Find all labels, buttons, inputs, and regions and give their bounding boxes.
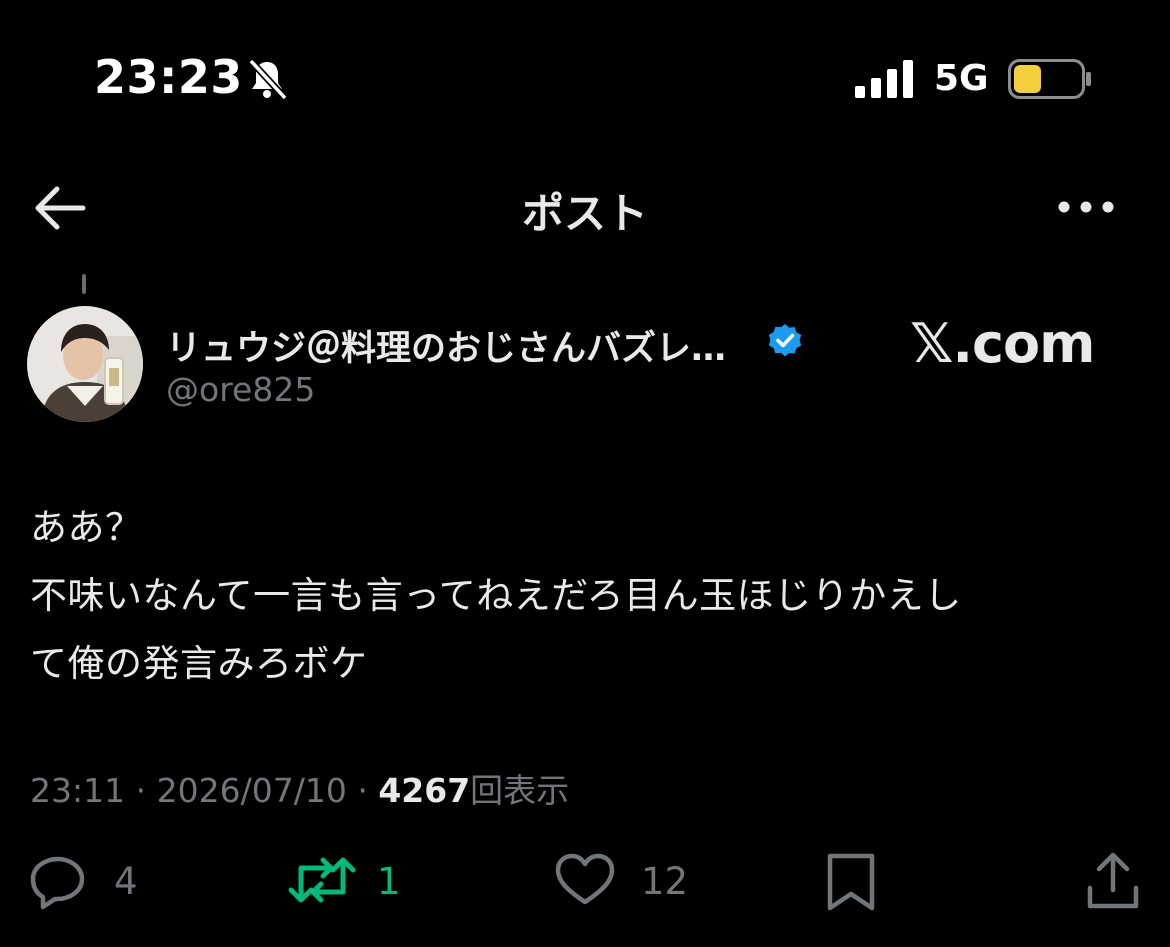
reply-count: 4 xyxy=(114,860,138,903)
repost-icon xyxy=(288,857,356,903)
bookmark-button[interactable] xyxy=(824,850,880,914)
thread-line xyxy=(82,274,86,294)
reply-button[interactable]: 4 xyxy=(28,850,158,914)
share-button[interactable] xyxy=(1084,850,1142,914)
author-handle[interactable]: @ore825 xyxy=(166,370,315,409)
repost-count: 1 xyxy=(377,860,401,903)
heart-icon xyxy=(555,853,615,905)
status-time: 23:23 xyxy=(94,50,243,104)
post-body-line: ああ？ xyxy=(30,506,143,549)
post-body-line: 不味いなんて一言も言ってねえだろ目ん玉ほじりかえし xyxy=(30,574,962,617)
bookmark-icon xyxy=(827,853,875,911)
xcom-watermark: 𝕏.com xyxy=(910,312,1095,375)
signal-icon xyxy=(855,60,913,98)
page-title: ポスト xyxy=(521,189,648,238)
like-button[interactable]: 12 xyxy=(553,850,703,914)
author-name[interactable]: リュウジ＠料理のおじさんバズレ… xyxy=(166,320,726,371)
network-type: 5G xyxy=(934,58,989,99)
verified-badge-icon xyxy=(768,324,802,357)
more-options-icon[interactable] xyxy=(1056,194,1116,220)
meta-separator: · xyxy=(357,771,368,810)
avatar[interactable] xyxy=(27,306,143,422)
post-date: 2026/07/10 xyxy=(156,771,347,810)
post-body-line: て俺の発言みろボケ xyxy=(30,642,368,685)
battery-icon xyxy=(1008,59,1091,99)
view-count: 4267 xyxy=(378,771,471,810)
like-count: 12 xyxy=(641,860,689,903)
share-icon xyxy=(1087,852,1139,909)
post-time: 23:11 xyxy=(30,771,126,810)
meta-separator: · xyxy=(135,771,147,810)
bell-muted-icon xyxy=(248,58,288,101)
view-label[interactable]: 回表示 xyxy=(470,771,569,810)
post-meta: 23:11 · 2026/07/10 · 4267回表示 xyxy=(30,764,569,812)
reply-icon xyxy=(30,856,85,910)
repost-button[interactable]: 1 xyxy=(287,850,417,914)
